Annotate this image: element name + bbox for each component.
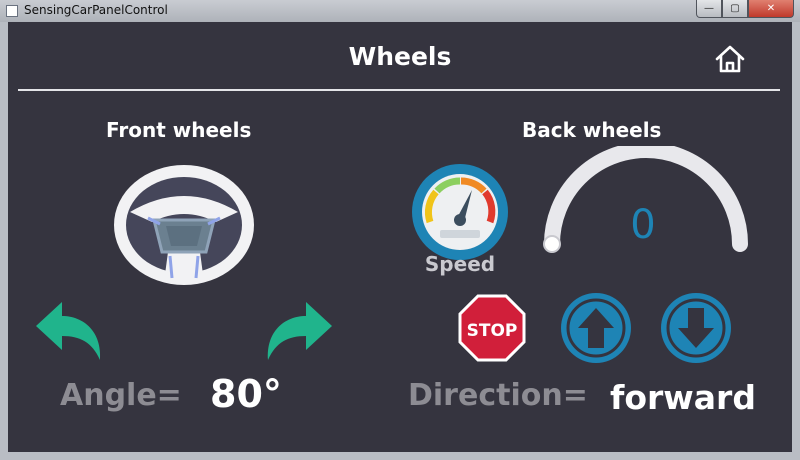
- close-button[interactable]: ✕: [748, 0, 794, 18]
- speed-value: 0: [630, 202, 656, 248]
- turn-right-arrow-icon[interactable]: [264, 298, 336, 362]
- front-wheels-title: Front wheels: [106, 118, 252, 142]
- minimize-button[interactable]: —: [696, 0, 722, 18]
- forward-arrow-button[interactable]: [560, 292, 632, 364]
- turn-left-arrow-icon[interactable]: [32, 298, 104, 362]
- angle-value: 80°: [210, 372, 282, 416]
- direction-value: forward: [610, 378, 756, 417]
- speed-label: Speed: [424, 252, 496, 276]
- backward-arrow-button[interactable]: [660, 292, 732, 364]
- speed-gauge-knob[interactable]: [543, 235, 561, 253]
- maximize-button[interactable]: ▢: [722, 0, 748, 18]
- window-title: SensingCarPanelControl: [24, 3, 168, 17]
- app-icon: [6, 5, 18, 17]
- page-title: Wheels: [348, 42, 452, 71]
- window-controls: — ▢ ✕: [696, 0, 794, 18]
- home-icon[interactable]: [712, 41, 748, 77]
- panel-content: Wheels Front wheels Angle= 80° Back whee…: [8, 22, 792, 452]
- title-bar[interactable]: SensingCarPanelControl — ▢ ✕: [0, 0, 800, 22]
- stop-label: STOP: [467, 321, 518, 341]
- direction-label: Direction=: [408, 378, 588, 413]
- header-divider: [18, 89, 780, 91]
- app-window: SensingCarPanelControl — ▢ ✕ Wheels Fron…: [0, 0, 800, 460]
- speedometer-icon: [412, 164, 508, 260]
- angle-label: Angle=: [60, 378, 182, 413]
- stop-button[interactable]: STOP: [456, 292, 528, 364]
- back-wheels-title: Back wheels: [522, 118, 662, 142]
- steering-wheel-icon: [114, 165, 254, 285]
